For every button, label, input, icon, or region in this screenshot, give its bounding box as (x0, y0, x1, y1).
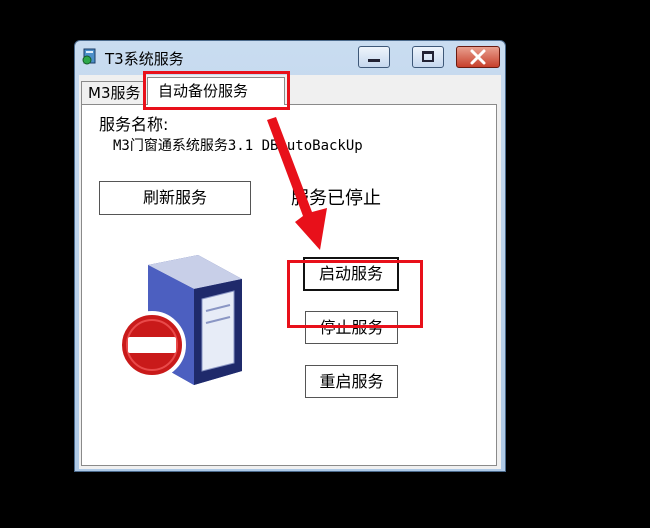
red-arrow-annotation (267, 117, 327, 250)
tab-auto-backup[interactable]: 自动备份服务 (147, 77, 285, 105)
